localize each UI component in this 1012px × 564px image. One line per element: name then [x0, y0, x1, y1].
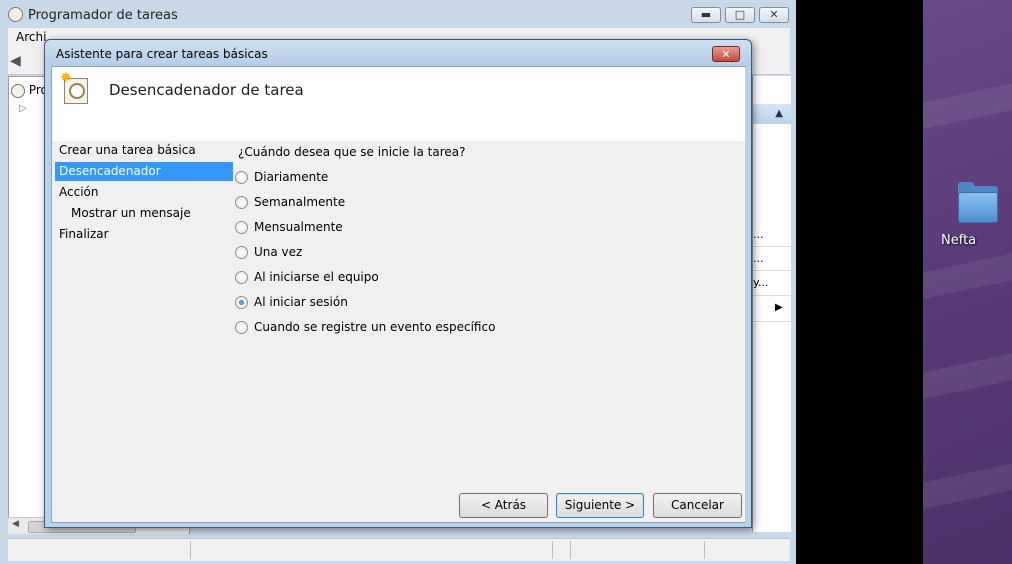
cancel-button[interactable]: Cancelar [653, 493, 742, 518]
back-button[interactable]: < Atrás [459, 493, 548, 518]
actions-header[interactable]: ▲ [753, 104, 791, 124]
nav-step-accion[interactable]: Acción [55, 183, 233, 202]
actions-pane: ▲ ... ... y... ▶ [752, 76, 791, 532]
radio-label[interactable]: Al iniciarse el equipo [254, 270, 379, 284]
dialog-title: Asistente para crear tareas básicas [56, 47, 268, 61]
radio-button[interactable] [235, 196, 248, 209]
wallpaper-stripe [923, 243, 1012, 303]
radio-label[interactable]: Semanalmente [254, 195, 345, 209]
divider [753, 270, 791, 271]
minimize-button[interactable]: ▬ [691, 7, 721, 23]
radio-label[interactable]: Mensualmente [254, 220, 343, 234]
radio-label[interactable]: Una vez [254, 245, 302, 259]
divider [704, 541, 705, 559]
wizard-steps-nav: Crear una tarea básica Desencadenador Ac… [55, 141, 233, 341]
divider [745, 67, 746, 524]
star-icon: ✸ [60, 70, 72, 86]
scroll-left-icon[interactable]: ◀ [12, 519, 19, 529]
next-button[interactable]: Siguiente > [556, 493, 644, 518]
close-button[interactable]: ✕ [759, 7, 789, 23]
wallpaper-stripe [923, 73, 1012, 133]
window-title: Programador de tareas [28, 8, 178, 23]
back-arrow-icon[interactable]: ◀ [10, 53, 21, 69]
divider [753, 246, 791, 247]
dialog-body: ✸ Desencadenador de tarea Crear una tare… [51, 66, 746, 524]
clock-icon [11, 83, 25, 98]
black-region [796, 0, 923, 564]
radio-button-selected[interactable] [235, 296, 248, 309]
divider [753, 321, 791, 322]
maximize-button[interactable]: □ [725, 7, 755, 23]
divider [570, 541, 571, 559]
radio-button[interactable] [235, 271, 248, 284]
divider [753, 295, 791, 296]
nav-step-finalizar[interactable]: Finalizar [55, 225, 233, 244]
action-item[interactable]: y... [753, 276, 768, 289]
page-title: Desencadenador de tarea [109, 81, 304, 99]
radio-button[interactable] [235, 221, 248, 234]
dialog-header: ✸ Desencadenador de tarea [52, 67, 745, 141]
divider [552, 541, 553, 559]
radio-button[interactable] [235, 171, 248, 184]
nav-step-desencadenador[interactable]: Desencadenador [55, 162, 233, 181]
task-clock-icon: ✸ [60, 70, 90, 104]
nav-step-mostrar-mensaje[interactable]: Mostrar un mensaje [55, 204, 245, 223]
radio-label[interactable]: Al iniciar sesión [254, 295, 348, 309]
expand-arrow-icon[interactable]: ▷ [19, 103, 27, 114]
action-item[interactable]: ... [753, 252, 764, 265]
action-item[interactable]: ... [753, 228, 764, 241]
desktop: Nefta [923, 0, 1012, 564]
desktop-folder-label[interactable]: Nefta [941, 233, 1012, 248]
radio-label[interactable]: Diariamente [254, 170, 328, 184]
wallpaper-stripe [923, 343, 1012, 403]
basic-task-wizard-dialog: Asistente para crear tareas básicas ✕ ✸ … [44, 39, 752, 528]
radio-button[interactable] [235, 321, 248, 334]
dialog-close-button[interactable]: ✕ [712, 46, 740, 62]
submenu-arrow-icon[interactable]: ▶ [775, 302, 783, 313]
nav-step-crear-tarea[interactable]: Crear una tarea básica [55, 141, 233, 160]
wallpaper-stripe [923, 453, 1012, 513]
collapse-icon: ▲ [775, 108, 783, 119]
radio-label[interactable]: Cuando se registre un evento específico [254, 320, 495, 334]
menu-archivo[interactable]: Archi [16, 30, 46, 44]
status-bar [8, 538, 790, 561]
dialog-titlebar: Asistente para crear tareas básicas ✕ [45, 40, 751, 66]
divider [190, 541, 191, 559]
clock-icon [8, 7, 23, 22]
trigger-question: ¿Cuándo desea que se inicie la tarea? [238, 145, 466, 159]
radio-button[interactable] [235, 246, 248, 259]
folder-front [958, 192, 998, 223]
folder-icon[interactable] [956, 182, 1000, 226]
